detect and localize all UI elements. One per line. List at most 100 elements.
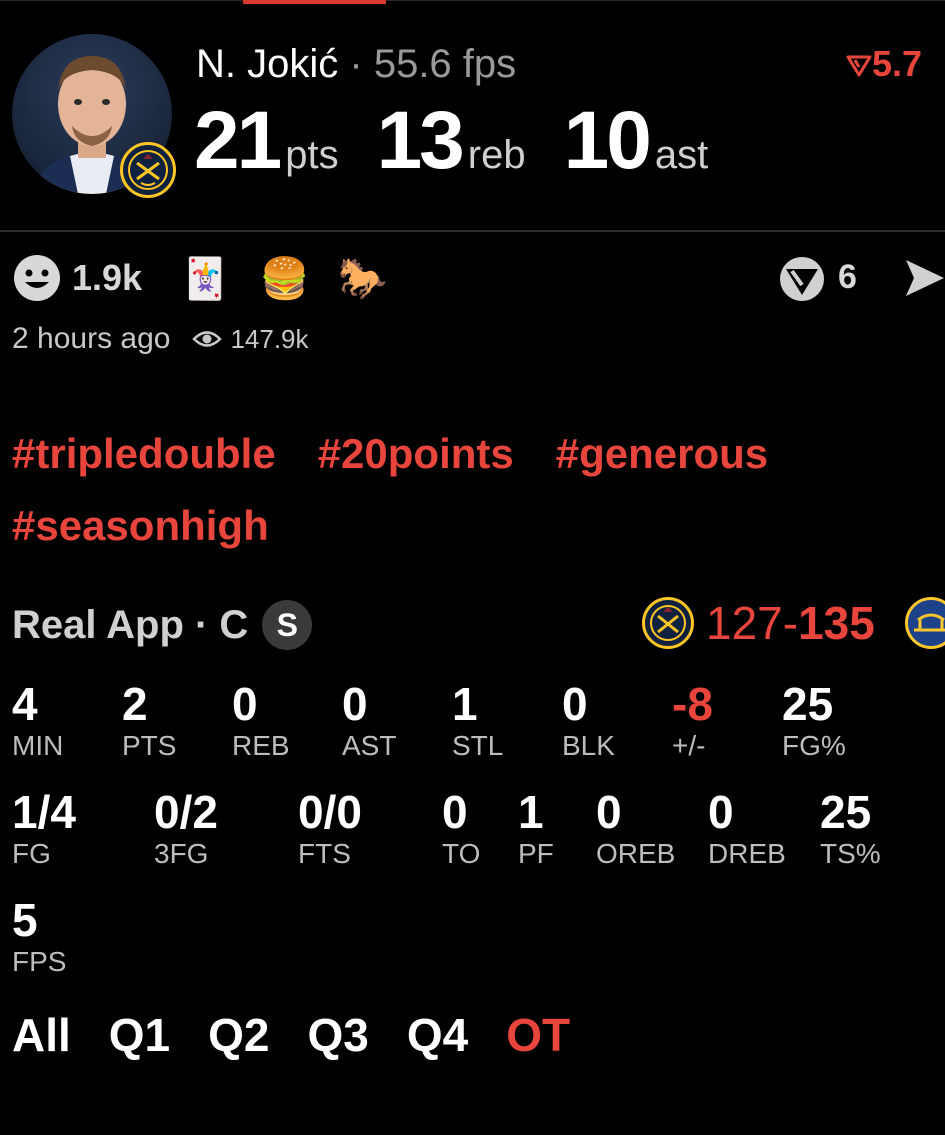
stat-cell: 0/0 FTS — [298, 786, 362, 870]
stat-label: FG% — [782, 730, 846, 761]
stat-label: PF — [518, 838, 554, 869]
stat-value: 0/0 — [298, 786, 362, 838]
headline-stat-unit: pts — [285, 133, 339, 177]
stat-cell: 0 BLK — [562, 678, 615, 762]
stat-cell: 0 DREB — [708, 786, 786, 870]
stat-label: PTS — [122, 730, 177, 761]
reaction-count: 1.9k — [72, 257, 143, 298]
trend-indicator: 5.7 — [846, 40, 922, 88]
headline-stat-unit: ast — [654, 133, 709, 177]
smiley-icon — [14, 255, 60, 301]
burger-reaction-icon[interactable]: 🍔 — [260, 255, 310, 302]
stat-label: TO — [442, 838, 481, 869]
share-arrow-icon — [780, 257, 824, 301]
stat-label: MIN — [12, 730, 64, 761]
quarter-tab-all[interactable]: All — [12, 1008, 71, 1062]
hashtag-link[interactable]: #20points — [318, 418, 514, 490]
top-border — [0, 0, 945, 1]
stat-cell: 0 AST — [342, 678, 396, 762]
stat-value: 5 — [12, 894, 38, 946]
score-separator: - — [782, 597, 799, 649]
stat-label: +/- — [672, 730, 706, 761]
reaction-bar: 1.9k 🃏 🍔 🐎 — [12, 250, 388, 306]
trend-down-icon — [846, 55, 872, 77]
quarter-tab-q4[interactable]: Q4 — [407, 1008, 468, 1062]
view-count: 147.9k — [230, 323, 309, 354]
stat-cell: 2 PTS — [122, 678, 176, 762]
share-button[interactable] — [776, 255, 828, 308]
quarter-tab-q2[interactable]: Q2 — [208, 1008, 269, 1062]
eye-icon — [192, 331, 223, 347]
stat-value: 25 — [820, 786, 872, 838]
quarter-tab-q1[interactable]: Q1 — [109, 1008, 170, 1062]
joker-reaction-icon[interactable]: 🃏 — [180, 255, 230, 302]
stat-label: 3FG — [154, 838, 209, 869]
stat-cell: 0 TO — [442, 786, 480, 870]
stat-value: 0 — [708, 786, 734, 838]
stat-value: 0 — [596, 786, 622, 838]
stat-value: 0 — [442, 786, 468, 838]
active-tab-indicator — [243, 0, 386, 4]
stat-label: FPS — [12, 946, 67, 977]
header-divider — [0, 230, 945, 232]
quarter-tab-q3[interactable]: Q3 — [308, 1008, 369, 1062]
stat-label: BLK — [562, 730, 615, 761]
stat-label: DREB — [708, 838, 786, 869]
team-score: 127 — [706, 597, 783, 649]
game-score[interactable]: 127-135 — [706, 596, 875, 650]
stat-label: FTS — [298, 838, 351, 869]
hashtag-link[interactable]: #generous — [556, 418, 768, 490]
stat-label: FG — [12, 838, 51, 869]
warriors-logo-icon — [905, 597, 945, 649]
trend-value: 5.7 — [872, 43, 923, 84]
stat-label: TS% — [820, 838, 881, 869]
game-source: Real App · C S — [12, 600, 313, 650]
stat-label: REB — [232, 730, 290, 761]
stat-value: 0 — [232, 678, 258, 730]
app-label: Real App · C — [12, 602, 249, 647]
fantasy-points-value: 55.6 fps — [373, 42, 517, 86]
stat-cell: 5 FPS — [12, 894, 66, 978]
quarter-tab-ot[interactable]: OT — [506, 1008, 570, 1062]
player-title: N. Jokić · 55.6 fps — [196, 40, 516, 88]
stat-label: STL — [452, 730, 504, 761]
nuggets-logo-icon — [642, 597, 694, 649]
send-icon — [906, 260, 944, 296]
stat-value: 0 — [562, 678, 588, 730]
stat-cell: 25 FG% — [782, 678, 846, 762]
headline-stat-unit: reb — [467, 133, 526, 177]
hashtag-list: #tripledouble #20points #generous #seasonhi… — [12, 418, 932, 562]
stat-value: 0 — [342, 678, 368, 730]
stat-value: 4 — [12, 678, 38, 730]
player-name[interactable]: N. Jokić — [196, 42, 338, 86]
stat-value: 0/2 — [154, 786, 218, 838]
stat-cell: 0 REB — [232, 678, 290, 762]
quarter-filter: All Q1 Q2 Q3 Q4 OT — [12, 1008, 608, 1062]
hashtag-link[interactable]: #seasonhigh — [12, 490, 269, 562]
headline-stat-value: 10 — [563, 95, 652, 186]
post-time: 2 hours ago — [12, 322, 171, 355]
headline-stat-value: 21 — [194, 95, 282, 186]
post-meta: 2 hours ago 147.9k — [12, 322, 309, 356]
headline-stat-value: 13 — [376, 95, 465, 186]
stat-cell: 0 OREB — [596, 786, 675, 870]
stat-cell: 0/2 3FG — [154, 786, 218, 870]
share-count: 6 — [838, 258, 857, 296]
stat-value: 25 — [782, 678, 834, 730]
stat-value: -8 — [672, 678, 713, 730]
send-button[interactable] — [904, 256, 945, 305]
stat-cell: 1 PF — [518, 786, 554, 870]
stat-cell: -8 +/- — [672, 678, 713, 762]
smiley-reaction-button[interactable]: 1.9k — [12, 253, 142, 303]
title-separator: · — [349, 42, 363, 86]
stat-value: 1 — [452, 678, 478, 730]
horse-reaction-icon[interactable]: 🐎 — [338, 255, 388, 302]
stat-value: 1 — [518, 786, 544, 838]
starter-badge: S — [262, 600, 313, 650]
nuggets-logo-icon — [120, 142, 176, 198]
stat-cell: 4 MIN — [12, 678, 63, 762]
opponent-score: 135 — [798, 597, 875, 649]
stat-value: 1/4 — [12, 786, 76, 838]
stat-label: OREB — [596, 838, 676, 869]
hashtag-link[interactable]: #tripledouble — [12, 418, 276, 490]
